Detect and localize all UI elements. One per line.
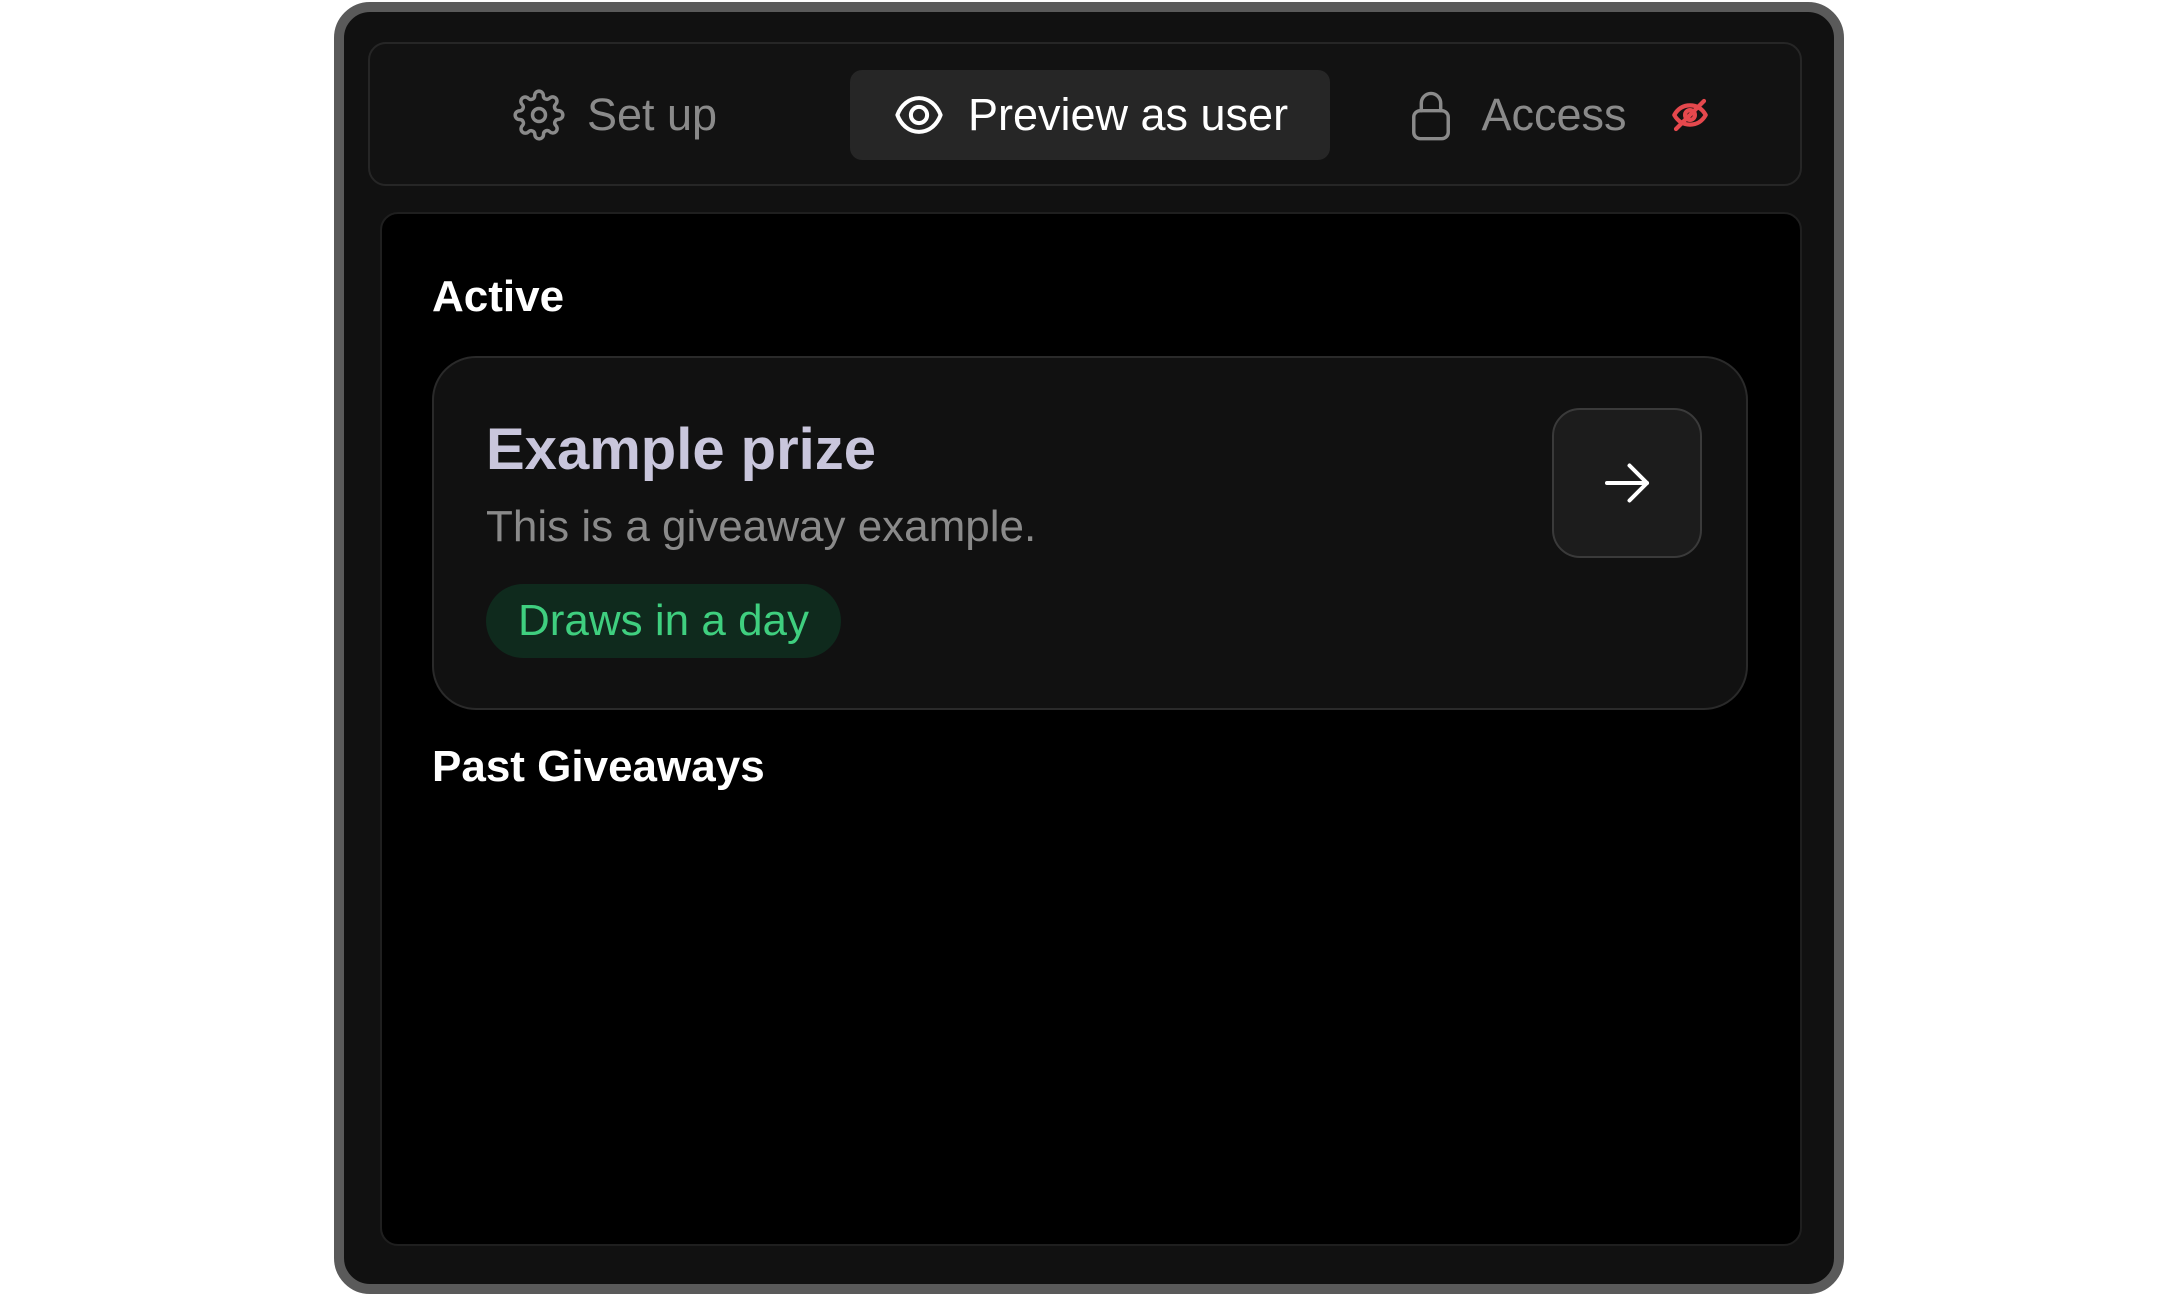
tab-access-label: Access: [1481, 89, 1627, 140]
preview-panel: Active Example prize This is a giveaway …: [380, 212, 1802, 1246]
arrow-right-icon: [1597, 453, 1657, 513]
tab-preview-as-user[interactable]: Preview as user: [850, 70, 1330, 160]
giveaway-title: Example prize: [486, 417, 877, 482]
draw-status-badge: Draws in a day: [486, 584, 842, 658]
giveaway-card[interactable]: Example prize This is a giveaway example…: [432, 356, 1748, 710]
eye-off-icon: [1669, 94, 1711, 136]
tab-access[interactable]: Access: [1410, 70, 1730, 160]
past-giveaways-title: Past Giveaways: [432, 742, 765, 791]
draw-status-label: Draws in a day: [518, 596, 810, 645]
gear-icon: [513, 89, 565, 141]
tab-preview-label: Preview as user: [967, 89, 1289, 140]
tab-setup-label: Set up: [586, 89, 718, 140]
active-section-title: Active: [432, 272, 565, 321]
giveaway-description: This is a giveaway example.: [486, 502, 1037, 551]
eye-icon: [892, 88, 946, 142]
tab-setup[interactable]: Set up: [500, 70, 730, 160]
lock-icon: [1405, 87, 1457, 143]
open-giveaway-button[interactable]: [1552, 408, 1702, 558]
tab-bar: Set up Preview as user Access: [368, 42, 1802, 186]
